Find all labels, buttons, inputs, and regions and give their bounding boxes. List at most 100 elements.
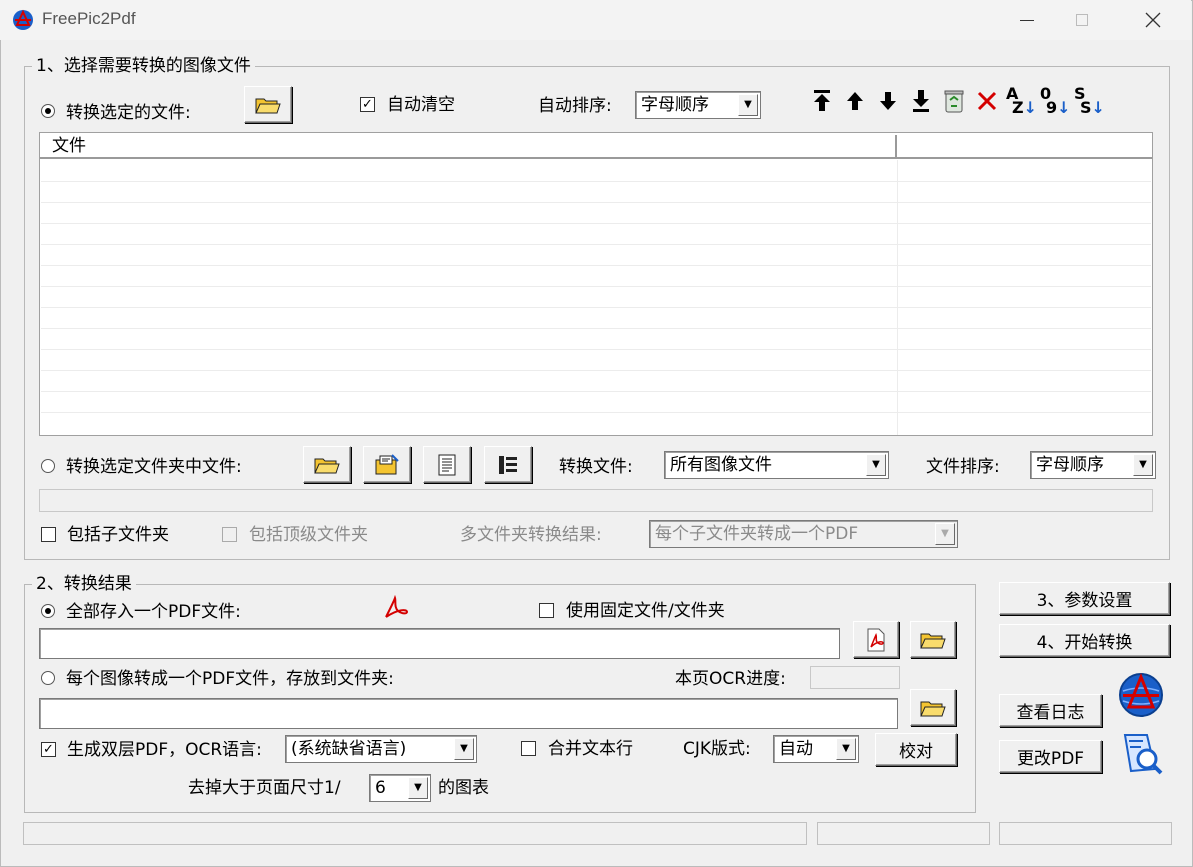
sort-az-icon[interactable]: A Z↓ bbox=[1006, 86, 1037, 116]
column-divider[interactable] bbox=[895, 135, 897, 157]
section1-legend: 1、选择需要转换的图像文件 bbox=[32, 56, 255, 76]
convert-files-select[interactable]: 所有图像文件 ▼ bbox=[664, 451, 889, 479]
list-toolbar: A Z↓ 0 9↓ S S↓ bbox=[808, 86, 1108, 116]
sort-09-icon[interactable]: 0 9↓ bbox=[1040, 86, 1071, 116]
move-up-icon[interactable] bbox=[844, 89, 866, 113]
include-top-folder-label: 包括顶级文件夹 bbox=[249, 525, 368, 545]
move-top-icon[interactable] bbox=[811, 89, 833, 113]
pdf-file-path-input[interactable] bbox=[39, 628, 840, 659]
each-image-label: 每个图像转成一个PDF文件，存放到文件夹: bbox=[66, 669, 394, 689]
row-line bbox=[41, 391, 1151, 392]
open-folder-icon bbox=[314, 458, 340, 473]
proofread-button[interactable]: 校对 bbox=[875, 733, 957, 766]
open-files-button[interactable] bbox=[244, 86, 292, 123]
row-line bbox=[41, 244, 1151, 245]
auto-clear-label: 自动清空 bbox=[387, 95, 455, 115]
convert-folder-label: 转换选定文件夹中文件: bbox=[66, 457, 242, 477]
section2-legend: 2、转换结果 bbox=[32, 574, 136, 594]
radio-save-single-pdf[interactable] bbox=[41, 604, 55, 618]
document-list-icon bbox=[438, 454, 456, 475]
status-panel-3 bbox=[999, 822, 1172, 845]
radio-convert-folder[interactable] bbox=[41, 459, 55, 473]
output-folder-path-input[interactable] bbox=[39, 698, 898, 729]
folder-tree-button[interactable] bbox=[484, 446, 532, 483]
chevron-down-icon: ▼ bbox=[738, 94, 758, 116]
move-bottom-icon[interactable] bbox=[910, 89, 932, 113]
merge-lines-label: 合并文本行 bbox=[548, 739, 633, 759]
auto-sort-select[interactable]: 字母顺序 ▼ bbox=[635, 91, 761, 119]
status-panel-main bbox=[23, 822, 807, 845]
select-output-folder-button[interactable] bbox=[910, 621, 956, 658]
row-line bbox=[41, 181, 1151, 182]
delete-icon[interactable] bbox=[976, 90, 998, 112]
remove-charts-select[interactable]: 6 ▼ bbox=[369, 774, 431, 802]
window-title: FreePic2Pdf bbox=[42, 9, 136, 28]
convert-files-label: 转换文件: bbox=[559, 457, 633, 477]
select-folder-button[interactable] bbox=[910, 689, 956, 726]
ocr-language-select[interactable]: (系统缺省语言) ▼ bbox=[285, 735, 477, 763]
adobe-pdf-icon bbox=[385, 595, 409, 618]
file-list[interactable]: 文件 bbox=[39, 132, 1153, 436]
cjk-layout-select[interactable]: 自动 ▼ bbox=[773, 735, 859, 763]
auto-sort-label: 自动排序: bbox=[538, 96, 612, 116]
ocr-progress-bar bbox=[810, 666, 900, 689]
chevron-down-icon: ▼ bbox=[408, 777, 428, 799]
maximize-icon bbox=[1059, 0, 1105, 40]
file-sort-value: 字母顺序 bbox=[1036, 455, 1104, 475]
open-folder-icon bbox=[920, 633, 946, 648]
status-panel-2 bbox=[817, 822, 990, 845]
open-folder-icon bbox=[920, 701, 946, 716]
modify-pdf-button[interactable]: 更改PDF bbox=[999, 740, 1102, 773]
dual-layer-label: 生成双层PDF，OCR语言: bbox=[67, 740, 262, 760]
use-fixed-checkbox[interactable] bbox=[539, 603, 554, 618]
column-file-header[interactable]: 文件 bbox=[52, 136, 86, 156]
cjk-layout-value: 自动 bbox=[779, 739, 813, 759]
row-line bbox=[41, 307, 1151, 308]
file-list-header: 文件 bbox=[40, 133, 1152, 159]
open-folder-button[interactable] bbox=[303, 446, 351, 483]
file-list-button[interactable] bbox=[423, 446, 471, 483]
row-line bbox=[41, 265, 1151, 266]
merge-lines-checkbox[interactable] bbox=[521, 741, 536, 756]
folder-properties-button[interactable] bbox=[363, 446, 411, 483]
row-line bbox=[41, 223, 1151, 224]
row-line bbox=[41, 328, 1151, 329]
select-pdf-button[interactable] bbox=[853, 621, 899, 658]
dual-layer-checkbox[interactable]: ✓ bbox=[41, 742, 56, 757]
auto-clear-checkbox[interactable]: ✓ bbox=[360, 97, 375, 112]
multi-folder-result-label: 多文件夹转换结果: bbox=[460, 525, 602, 545]
start-convert-button[interactable]: 4、开始转换 bbox=[999, 624, 1170, 657]
close-icon[interactable] bbox=[1130, 0, 1176, 40]
row-line bbox=[41, 412, 1151, 413]
ocr-progress-label: 本页OCR进度: bbox=[675, 669, 786, 689]
radio-each-image-pdf[interactable] bbox=[41, 671, 55, 685]
sort-size-icon[interactable]: S S↓ bbox=[1074, 86, 1105, 116]
view-log-button[interactable]: 查看日志 bbox=[999, 694, 1102, 727]
recycle-bin-icon[interactable] bbox=[942, 88, 966, 114]
chevron-down-icon: ▼ bbox=[935, 523, 955, 545]
auto-sort-value: 字母顺序 bbox=[641, 95, 709, 115]
app-logo-icon bbox=[13, 9, 33, 30]
magnifier-edit-icon[interactable] bbox=[1117, 729, 1165, 777]
folder-path-input[interactable] bbox=[39, 489, 1153, 512]
row-line bbox=[41, 349, 1151, 350]
minimize-icon[interactable] bbox=[1004, 0, 1050, 40]
file-sort-select[interactable]: 字母顺序 ▼ bbox=[1030, 451, 1156, 479]
ocr-language-value: (系统缺省语言) bbox=[291, 739, 407, 759]
radio-convert-selected-files[interactable] bbox=[41, 104, 55, 118]
save-single-pdf-label: 全部存入一个PDF文件: bbox=[66, 602, 241, 622]
convert-files-value: 所有图像文件 bbox=[670, 455, 772, 475]
params-button[interactable]: 3、参数设置 bbox=[999, 582, 1170, 615]
folder-tree-icon bbox=[499, 455, 517, 474]
move-down-icon[interactable] bbox=[877, 89, 899, 113]
include-subfolders-label: 包括子文件夹 bbox=[67, 525, 169, 545]
include-top-folder-checkbox[interactable] bbox=[222, 527, 237, 542]
chevron-down-icon: ▼ bbox=[454, 738, 474, 760]
row-line bbox=[41, 370, 1151, 371]
cjk-layout-label: CJK版式: bbox=[683, 739, 751, 759]
globe-logo-icon[interactable] bbox=[1117, 671, 1165, 719]
multi-folder-result-select[interactable]: 每个子文件夹转成一个PDF ▼ bbox=[649, 520, 958, 548]
pdf-file-icon bbox=[867, 628, 885, 651]
include-subfolders-checkbox[interactable] bbox=[41, 527, 56, 542]
multi-folder-result-value: 每个子文件夹转成一个PDF bbox=[655, 524, 859, 544]
